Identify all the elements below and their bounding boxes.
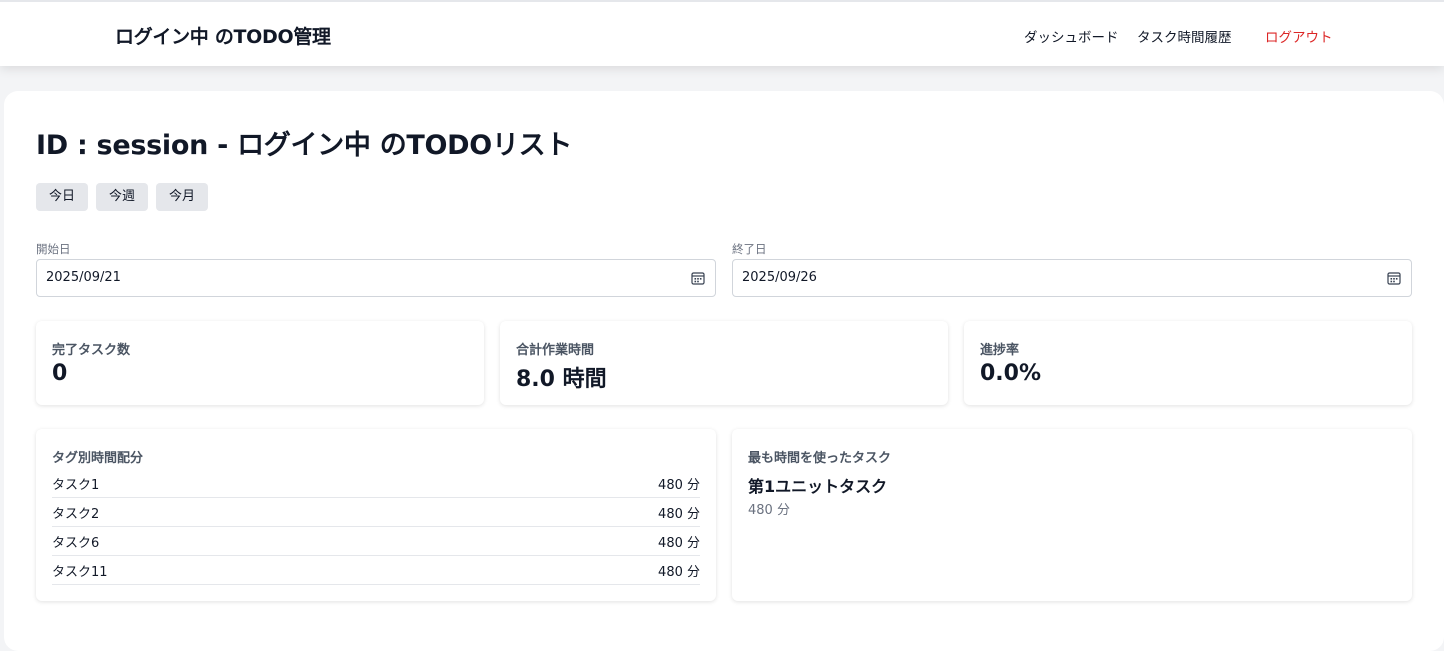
tag-row: タスク11 480 分: [52, 556, 700, 585]
progress-rate-card: 進捗率 0.0%: [964, 321, 1412, 405]
tag-minutes: 480 分: [658, 478, 700, 493]
today-button[interactable]: 今日: [36, 183, 88, 211]
top-task-minutes: 480 分: [748, 503, 790, 518]
tag-name: タスク1: [52, 478, 100, 493]
completed-tasks-label: 完了タスク数: [52, 343, 131, 358]
nav-history-link[interactable]: タスク時間履歴: [1137, 26, 1232, 46]
tag-minutes: 480 分: [658, 536, 700, 551]
tag-time-breakdown-card: タグ別時間配分 タスク1 480 分 タスク2 480 分 タスク6 480 分…: [36, 429, 716, 601]
total-time-card: 合計作業時間 8.0 時間: [500, 321, 948, 405]
end-date-value: 2025/09/26: [742, 270, 817, 285]
tag-minutes: 480 分: [658, 565, 700, 580]
top-task-card: 最も時間を使ったタスク 第1ユニットタスク 480 分: [732, 429, 1412, 601]
progress-rate-label: 進捗率: [980, 343, 1020, 358]
tag-name: タスク6: [52, 536, 100, 551]
this-week-button[interactable]: 今週: [96, 183, 148, 211]
this-month-button[interactable]: 今月: [156, 183, 208, 211]
main-panel: ID : session - ログイン中 のTODOリスト 今日 今週 今月 開…: [4, 91, 1444, 651]
tag-row: タスク6 480 分: [52, 527, 700, 556]
end-date-label: 終了日: [732, 242, 767, 256]
start-date-value: 2025/09/21: [46, 270, 121, 285]
tag-name: タスク11: [52, 565, 108, 580]
logout-link[interactable]: ログアウト: [1265, 26, 1333, 46]
tag-name: タスク2: [52, 507, 100, 522]
page-title: ID : session - ログイン中 のTODOリスト: [36, 130, 573, 161]
top-task-name: 第1ユニットタスク: [748, 477, 888, 496]
progress-rate-value: 0.0%: [980, 361, 1042, 386]
nav-dashboard-link[interactable]: ダッシュボード: [1024, 26, 1119, 46]
total-time-label: 合計作業時間: [516, 343, 595, 358]
tag-row: タスク2 480 分: [52, 498, 700, 527]
calendar-icon[interactable]: [691, 271, 705, 285]
tag-row: タスク1 480 分: [52, 469, 700, 498]
start-date-input[interactable]: 2025/09/21: [36, 259, 716, 297]
app-title: ログイン中 のTODO管理: [115, 26, 331, 48]
top-navbar: ログイン中 のTODO管理 ダッシュボード タスク時間履歴 ログアウト: [0, 0, 1444, 66]
start-date-label: 開始日: [36, 242, 71, 256]
top-task-title: 最も時間を使ったタスク: [748, 451, 892, 466]
end-date-input[interactable]: 2025/09/26: [732, 259, 1412, 297]
tag-minutes: 480 分: [658, 507, 700, 522]
calendar-icon[interactable]: [1387, 271, 1401, 285]
completed-tasks-card: 完了タスク数 0: [36, 321, 484, 405]
tag-breakdown-title: タグ別時間配分: [52, 451, 144, 466]
completed-tasks-value: 0: [52, 361, 68, 386]
total-time-value: 8.0 時間: [516, 367, 607, 392]
